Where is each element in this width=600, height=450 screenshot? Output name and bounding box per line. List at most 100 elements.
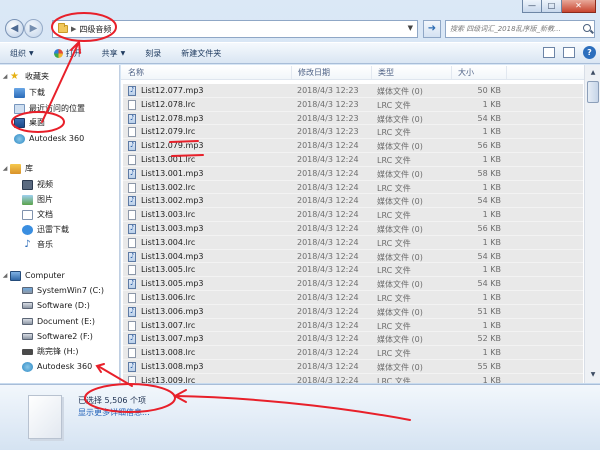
file-size: 1 KB	[482, 237, 501, 247]
collapse-icon[interactable]: ◢	[0, 73, 10, 80]
nav-drive-c[interactable]: SystemWin7 (C:)	[22, 283, 104, 298]
file-type: LRC 文件	[377, 128, 411, 138]
collapse-icon[interactable]: ◢	[0, 272, 10, 279]
nav-label: 收藏夹	[25, 72, 49, 81]
column-size[interactable]: 大小	[458, 67, 474, 78]
search-input[interactable]: 搜索 四级词汇_2018乱序版_新教...	[445, 20, 595, 38]
nav-desktop[interactable]: 桌面	[14, 115, 45, 130]
nav-autodesk-favorites[interactable]: Autodesk 360	[14, 131, 84, 146]
column-divider[interactable]	[371, 66, 372, 79]
column-date[interactable]: 修改日期	[298, 67, 330, 78]
nav-recent[interactable]: 最近访问的位置	[14, 101, 85, 116]
file-size: 50 KB	[477, 86, 501, 95]
refresh-button[interactable]: ➜	[423, 20, 441, 38]
file-type: LRC 文件	[377, 155, 411, 165]
audio-file-icon	[128, 196, 136, 207]
usb-drive-icon	[22, 348, 33, 355]
search-icon[interactable]	[583, 24, 591, 32]
table-row[interactable]: List12.079.mp3 2018/4/3 12:24 媒体文件 (0) 56 K…	[123, 139, 583, 153]
desktop-icon	[14, 117, 25, 128]
nav-xunlei[interactable]: 迅雷下载	[22, 222, 69, 237]
audio-file-icon	[128, 306, 136, 317]
nav-drive-f[interactable]: Software2 (F:)	[22, 329, 93, 344]
table-row[interactable]: List13.006.mp3 2018/4/3 12:24 媒体文件 (0) 51 K…	[123, 304, 583, 319]
vertical-scrollbar[interactable]: ▲ ▼	[584, 65, 600, 383]
nav-label: 文档	[37, 210, 53, 219]
table-row[interactable]: List13.007.lrc 2018/4/3 12:24 LRC 文件 1 KB	[123, 318, 583, 333]
table-row[interactable]: List12.077.mp3 2018/4/3 12:23 媒体文件 (0) 50 K…	[123, 84, 583, 98]
help-icon[interactable]: ?	[583, 46, 596, 59]
column-divider[interactable]	[506, 66, 507, 79]
nav-computer[interactable]: ◢ Computer	[0, 268, 65, 283]
table-row[interactable]: List13.008.mp3 2018/4/3 12:24 媒体文件 (0) 55 K…	[123, 359, 583, 374]
table-row[interactable]: List13.001.lrc 2018/4/3 12:24 LRC 文件 1 KB	[123, 152, 583, 167]
view-options-icon[interactable]	[543, 47, 555, 58]
file-size: 55 KB	[477, 361, 501, 371]
file-rows: List12.077.mp3 2018/4/3 12:23 媒体文件 (0) 50 K…	[123, 84, 583, 383]
scroll-down-icon[interactable]: ▼	[586, 368, 600, 382]
table-row[interactable]: List13.002.lrc 2018/4/3 12:24 LRC 文件 1 KB	[123, 180, 583, 195]
maximize-button[interactable]: □	[542, 0, 562, 13]
nav-label: 跳完锋 (H:)	[37, 347, 79, 356]
chevron-down-icon[interactable]: ▼	[408, 24, 413, 32]
organize-menu[interactable]: 组织 ▼	[0, 48, 44, 59]
nav-music[interactable]: ♪ 音乐	[22, 237, 53, 252]
preview-pane-icon[interactable]	[563, 47, 575, 58]
table-row[interactable]: List13.009.lrc 2018/4/3 12:24 LRC 文件 1 KB	[123, 373, 583, 383]
table-row[interactable]: List13.003.lrc 2018/4/3 12:24 LRC 文件 1 KB	[123, 208, 583, 222]
drive-icon	[22, 333, 33, 340]
nav-autodesk-computer[interactable]: Autodesk 360	[22, 359, 92, 374]
more-details-link[interactable]: 显示更多详细信息...	[78, 407, 150, 418]
breadcrumb-current[interactable]: 四级音频	[79, 24, 111, 35]
forward-button[interactable]: ▶	[24, 19, 43, 38]
table-row[interactable]: List13.001.mp3 2018/4/3 12:24 媒体文件 (0) 58 K…	[123, 166, 583, 181]
nav-drive-d[interactable]: Software (D:)	[22, 298, 90, 313]
column-type[interactable]: 类型	[378, 67, 394, 78]
table-row[interactable]: List13.005.lrc 2018/4/3 12:24 LRC 文件 1 KB	[123, 263, 583, 278]
table-row[interactable]: List12.079.lrc 2018/4/3 12:23 LRC 文件 1 KB	[123, 125, 583, 140]
table-row[interactable]: List13.007.mp3 2018/4/3 12:24 媒体文件 (0) 52 K…	[123, 332, 583, 347]
file-type: LRC 文件	[377, 349, 411, 359]
table-row[interactable]: List13.008.lrc 2018/4/3 12:24 LRC 文件 1 KB	[123, 346, 583, 360]
nav-pictures[interactable]: 图片	[22, 192, 53, 207]
burn-button[interactable]: 刻录	[135, 48, 171, 59]
share-menu[interactable]: 共享 ▼	[92, 48, 136, 59]
nav-downloads[interactable]: 下载	[14, 85, 45, 100]
collapse-icon[interactable]: ◢	[0, 165, 10, 172]
table-row[interactable]: List13.006.lrc 2018/4/3 12:24 LRC 文件 1 KB	[123, 290, 583, 305]
nav-favorites[interactable]: ◢ ★ 收藏夹	[0, 69, 49, 84]
column-name[interactable]: 名称	[128, 67, 144, 78]
nav-documents[interactable]: 文档	[22, 207, 53, 222]
minimize-button[interactable]: —	[522, 0, 542, 13]
column-divider[interactable]	[291, 66, 292, 79]
file-type: LRC 文件	[377, 183, 411, 193]
table-row[interactable]: List12.078.mp3 2018/4/3 12:23 媒体文件 (0) 54 K…	[123, 111, 583, 126]
back-button[interactable]: ◀	[5, 19, 24, 38]
file-date: 2018/4/3 12:24	[297, 292, 359, 302]
new-folder-button[interactable]: 新建文件夹	[171, 48, 231, 59]
open-button[interactable]: 打开	[44, 48, 92, 59]
file-date: 2018/4/3 12:24	[297, 320, 359, 330]
audio-file-icon	[128, 279, 136, 290]
scrollbar-thumb[interactable]	[587, 81, 599, 103]
nav-drive-e[interactable]: Document (E:)	[22, 314, 95, 329]
nav-videos[interactable]: 视频	[22, 177, 53, 192]
open-icon	[53, 48, 63, 58]
table-row[interactable]: List13.004.mp3 2018/4/3 12:24 媒体文件 (0) 54 K…	[123, 249, 583, 264]
nav-libraries[interactable]: ◢ 库	[0, 161, 33, 176]
table-row[interactable]: List13.003.mp3 2018/4/3 12:24 媒体文件 (0) 56 K…	[123, 221, 583, 236]
file-date: 2018/4/3 12:23	[297, 113, 359, 123]
scroll-up-icon[interactable]: ▲	[586, 66, 600, 80]
file-name: List13.004.lrc	[141, 237, 196, 247]
nav-drive-h[interactable]: 跳完锋 (H:)	[22, 344, 79, 359]
table-row[interactable]: List13.002.mp3 2018/4/3 12:24 媒体文件 (0) 54 K…	[123, 194, 583, 209]
breadcrumb-separator-icon[interactable]: ▶	[71, 25, 76, 33]
table-row[interactable]: List13.004.lrc 2018/4/3 12:24 LRC 文件 1 KB	[123, 235, 583, 250]
table-row[interactable]: List12.078.lrc 2018/4/3 12:23 LRC 文件 1 KB	[123, 97, 583, 112]
column-divider[interactable]	[451, 66, 452, 79]
close-button[interactable]: ✕	[562, 0, 596, 13]
file-date: 2018/4/3 12:24	[297, 279, 359, 289]
table-row[interactable]: List13.005.mp3 2018/4/3 12:24 媒体文件 (0) 54 K…	[123, 277, 583, 291]
drive-icon	[22, 302, 33, 309]
address-bar[interactable]: ▶ 四级音频 ▼	[52, 20, 418, 38]
